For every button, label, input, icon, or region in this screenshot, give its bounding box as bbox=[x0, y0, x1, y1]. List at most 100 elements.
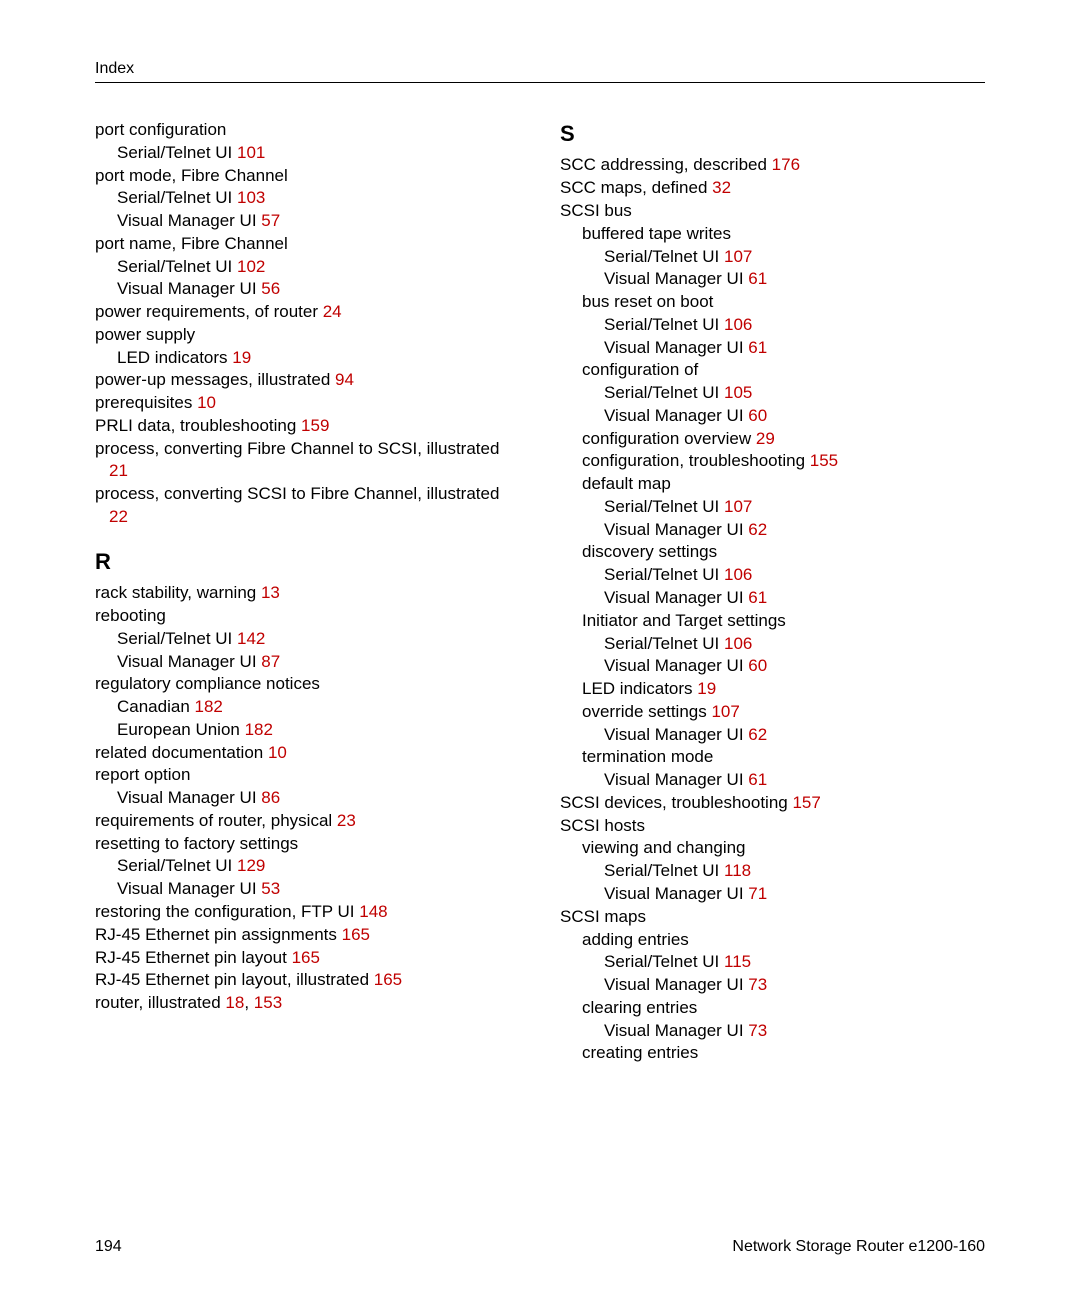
page-ref[interactable]: 102 bbox=[237, 257, 265, 276]
index-sub1: buffered tape writes bbox=[560, 223, 985, 246]
page-ref[interactable]: 87 bbox=[261, 652, 280, 671]
index-sub2: Serial/Telnet UI 106 bbox=[560, 633, 985, 656]
index-sub2: Visual Manager UI 61 bbox=[560, 268, 985, 291]
index-text: process, converting Fibre Channel to SCS… bbox=[95, 439, 499, 458]
page-ref[interactable]: 19 bbox=[697, 679, 716, 698]
index-text: RJ-45 Ethernet pin assignments bbox=[95, 925, 342, 944]
index-sub1: clearing entries bbox=[560, 997, 985, 1020]
page-ref[interactable]: 105 bbox=[724, 383, 752, 402]
page-ref[interactable]: 56 bbox=[261, 279, 280, 298]
index-sub2: Visual Manager UI 73 bbox=[560, 1020, 985, 1043]
index-sub2: Serial/Telnet UI 115 bbox=[560, 951, 985, 974]
index-entry: power requirements, of router 24 bbox=[95, 301, 520, 324]
page-ref[interactable]: 182 bbox=[245, 720, 273, 739]
page-ref[interactable]: 61 bbox=[748, 269, 767, 288]
page-ref[interactable]: 107 bbox=[724, 497, 752, 516]
index-sub1: Visual Manager UI 87 bbox=[95, 651, 520, 674]
index-columns: port configuration Serial/Telnet UI 101 po… bbox=[95, 119, 985, 1065]
index-sub2: Visual Manager UI 61 bbox=[560, 769, 985, 792]
page-ref[interactable]: 32 bbox=[712, 178, 731, 197]
index-text: Visual Manager UI bbox=[117, 879, 261, 898]
page-ref[interactable]: 62 bbox=[748, 725, 767, 744]
index-entry: SCSI bus bbox=[560, 200, 985, 223]
page-ref[interactable]: 22 bbox=[109, 507, 128, 526]
index-text: Visual Manager UI bbox=[604, 656, 748, 675]
index-text: port mode, Fibre Channel bbox=[95, 166, 288, 185]
page-ref[interactable]: 10 bbox=[197, 393, 216, 412]
index-text: Visual Manager UI bbox=[604, 338, 748, 357]
page-ref-sep: , bbox=[244, 993, 253, 1012]
page-ref[interactable]: 176 bbox=[772, 155, 800, 174]
page-ref[interactable]: 106 bbox=[724, 315, 752, 334]
index-sub2: Visual Manager UI 62 bbox=[560, 724, 985, 747]
right-column: SSCC addressing, described 176SCC maps, … bbox=[560, 119, 985, 1065]
page-ref[interactable]: 118 bbox=[724, 861, 751, 880]
page-ref[interactable]: 10 bbox=[268, 743, 287, 762]
page-ref[interactable]: 73 bbox=[748, 975, 767, 994]
page-ref[interactable]: 18 bbox=[225, 993, 244, 1012]
page-ref[interactable]: 107 bbox=[711, 702, 739, 721]
page-ref[interactable]: 60 bbox=[748, 656, 767, 675]
page-ref[interactable]: 19 bbox=[232, 348, 251, 367]
page-ref[interactable]: 165 bbox=[342, 925, 370, 944]
index-text: resetting to factory settings bbox=[95, 834, 298, 853]
page-ref[interactable]: 61 bbox=[748, 770, 767, 789]
index-text: Visual Manager UI bbox=[117, 652, 261, 671]
index-entry: report option bbox=[95, 764, 520, 787]
page-ref[interactable]: 107 bbox=[724, 247, 752, 266]
index-entry: related documentation 10 bbox=[95, 742, 520, 765]
index-entry: rebooting bbox=[95, 605, 520, 628]
index-sub1: configuration, troubleshooting 155 bbox=[560, 450, 985, 473]
page-ref[interactable]: 53 bbox=[261, 879, 280, 898]
page-ref[interactable]: 94 bbox=[335, 370, 354, 389]
page-ref[interactable]: 165 bbox=[374, 970, 402, 989]
index-text: LED indicators bbox=[582, 679, 697, 698]
page-ref[interactable]: 24 bbox=[323, 302, 342, 321]
index-text: Visual Manager UI bbox=[604, 975, 748, 994]
index-text: override settings bbox=[582, 702, 711, 721]
index-entry: power-up messages, illustrated 94 bbox=[95, 369, 520, 392]
page-ref[interactable]: 182 bbox=[195, 697, 223, 716]
index-sub2: Visual Manager UI 61 bbox=[560, 337, 985, 360]
index-entry: port mode, Fibre Channel bbox=[95, 165, 520, 188]
page-ref[interactable]: 62 bbox=[748, 520, 767, 539]
page-ref[interactable]: 165 bbox=[292, 948, 320, 967]
page-ref[interactable]: 86 bbox=[261, 788, 280, 807]
index-entry: SCSI hosts bbox=[560, 815, 985, 838]
page-ref[interactable]: 142 bbox=[237, 629, 265, 648]
index-text: Serial/Telnet UI bbox=[604, 383, 724, 402]
page-ref[interactable]: 73 bbox=[748, 1021, 767, 1040]
page-ref[interactable]: 106 bbox=[724, 565, 752, 584]
page-ref[interactable]: 153 bbox=[254, 993, 282, 1012]
index-entry: resetting to factory settings bbox=[95, 833, 520, 856]
index-text: rack stability, warning bbox=[95, 583, 261, 602]
page-ref[interactable]: 148 bbox=[359, 902, 387, 921]
page-ref[interactable]: 159 bbox=[301, 416, 329, 435]
page-ref[interactable]: 101 bbox=[237, 143, 265, 162]
index-entry: port configuration bbox=[95, 119, 520, 142]
page-ref[interactable]: 61 bbox=[748, 338, 767, 357]
header-title: Index bbox=[95, 60, 134, 77]
page-ref[interactable]: 13 bbox=[261, 583, 280, 602]
page-ref[interactable]: 29 bbox=[756, 429, 775, 448]
page-ref[interactable]: 103 bbox=[237, 188, 265, 207]
index-text: Serial/Telnet UI bbox=[604, 634, 724, 653]
page-ref[interactable]: 106 bbox=[724, 634, 752, 653]
index-sub1: default map bbox=[560, 473, 985, 496]
index-text: termination mode bbox=[582, 747, 713, 766]
page-ref[interactable]: 129 bbox=[237, 856, 265, 875]
page-ref[interactable]: 115 bbox=[724, 952, 751, 971]
index-text: port configuration bbox=[95, 120, 226, 139]
page-ref[interactable]: 61 bbox=[748, 588, 767, 607]
page-ref[interactable]: 23 bbox=[337, 811, 356, 830]
index-text: Visual Manager UI bbox=[604, 406, 748, 425]
index-text: Visual Manager UI bbox=[604, 520, 748, 539]
index-text: Visual Manager UI bbox=[604, 588, 748, 607]
index-text: regulatory compliance notices bbox=[95, 674, 320, 693]
page-ref[interactable]: 21 bbox=[109, 461, 128, 480]
page-ref[interactable]: 57 bbox=[261, 211, 280, 230]
page-ref[interactable]: 155 bbox=[810, 451, 838, 470]
page-ref[interactable]: 71 bbox=[748, 884, 767, 903]
page-ref[interactable]: 60 bbox=[748, 406, 767, 425]
page-ref[interactable]: 157 bbox=[792, 793, 820, 812]
